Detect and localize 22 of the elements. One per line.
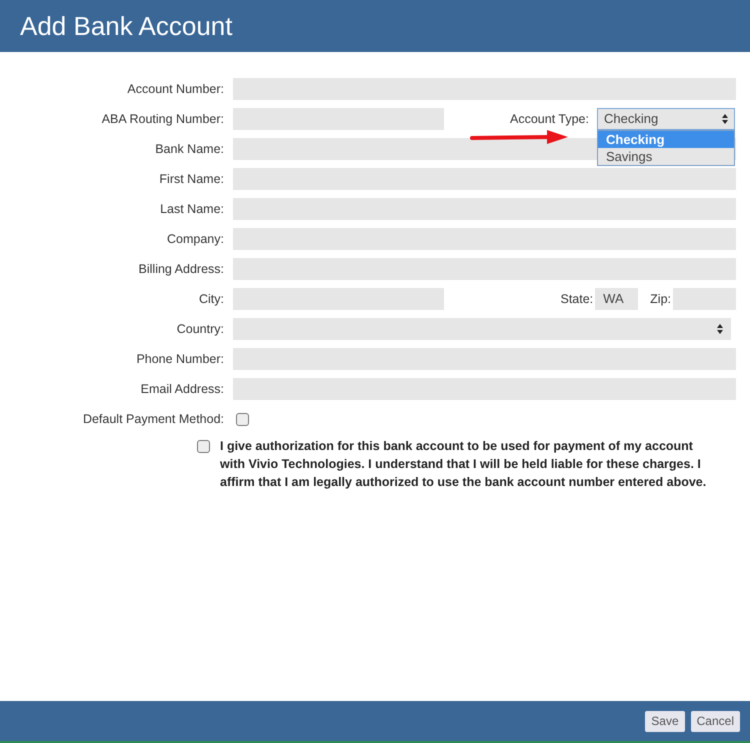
field-label: Account Type:	[510, 112, 589, 126]
field-label: Last Name:	[160, 202, 224, 216]
window-title: Add Bank Account	[20, 10, 232, 42]
field-label: Bank Name:	[155, 142, 224, 156]
field-label: First Name:	[159, 172, 224, 186]
field-label: Country:	[176, 322, 224, 336]
field-label: Billing Address:	[138, 262, 224, 276]
save-button[interactable]: Save	[645, 710, 685, 732]
dropdown-option[interactable]: Savings	[598, 148, 734, 165]
field-label: State:	[560, 290, 594, 308]
state-field[interactable]: WA	[595, 288, 638, 310]
cancel-button[interactable]: Cancel	[690, 710, 740, 732]
field-label: ABA Routing Number:	[102, 112, 224, 126]
authorization-text: I give authorization for this bank account to be used for payment of my account with Vivio Technologies. I understand that I will be held liable for these charges. I affirm that I am legally authorized to use the bank account number entered above.	[220, 438, 708, 491]
field-label: City:	[199, 292, 224, 306]
field-label: Company:	[167, 232, 224, 246]
field-label: Phone Number:	[136, 352, 224, 366]
field-label: Default Payment Method:	[82, 412, 224, 426]
account-type-select[interactable]: Checking	[597, 108, 735, 130]
field-label: Account Number:	[127, 82, 224, 96]
field-label: Email Address:	[140, 382, 224, 396]
field-label: Zip:	[650, 290, 671, 308]
